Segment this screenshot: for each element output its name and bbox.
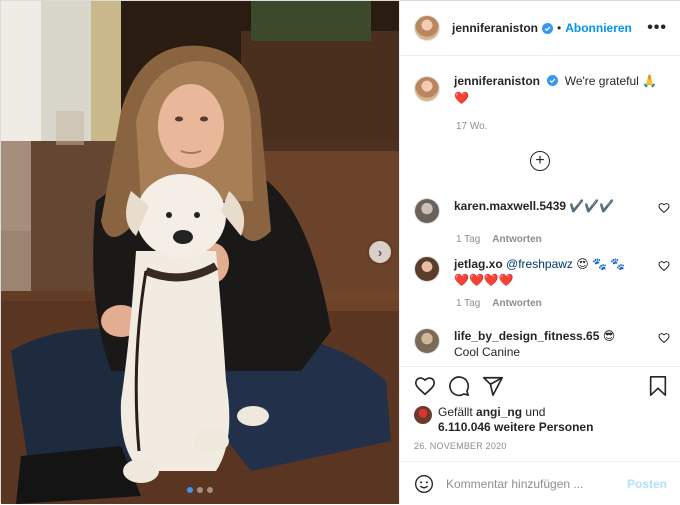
caption-time: 17 Wo. <box>456 121 488 132</box>
post-button[interactable]: Posten <box>627 477 667 491</box>
carousel-dot <box>197 487 203 493</box>
more-icon[interactable]: ••• <box>647 19 667 37</box>
likes-connector: und <box>525 405 546 419</box>
comment-body: ✔️✔️✔️ <box>569 199 615 213</box>
post-photo[interactable]: › <box>1 1 399 504</box>
post-side-panel: jenniferaniston • Abonnieren ••• jennife… <box>399 1 680 504</box>
avatar[interactable] <box>414 15 440 41</box>
photo-illustration <box>1 1 399 504</box>
share-icon[interactable] <box>482 375 504 397</box>
carousel-indicator <box>187 487 213 493</box>
comment-meta: 1 Tag Antworten <box>456 298 670 309</box>
verified-icon <box>547 75 559 86</box>
heart-icon[interactable] <box>658 202 670 214</box>
comment-username[interactable]: jetlag.xo <box>454 257 503 271</box>
username-link[interactable]: jenniferaniston <box>452 21 538 35</box>
comment-text: karen.maxwell.5439 ✔️✔️✔️ <box>454 198 640 214</box>
likes-summary: Gefällt angi_ng und 6.110.046 weitere Pe… <box>414 405 593 435</box>
action-icons <box>414 375 504 397</box>
post-date: 26. NOVEMBER 2020 <box>414 441 507 451</box>
avatar[interactable] <box>414 76 440 102</box>
carousel-dot <box>207 487 213 493</box>
add-comment-icon[interactable]: + <box>530 151 550 171</box>
comment-text: life_by_design_fitness.65 😎 Cool Canine <box>454 328 640 360</box>
avatar[interactable] <box>414 406 432 424</box>
comment-meta: 1 Tag Antworten <box>456 234 670 245</box>
username-link[interactable]: jenniferaniston <box>454 74 540 88</box>
comment-item: life_by_design_fitness.65 😎 Cool Canine <box>414 328 670 360</box>
comment-item: karen.maxwell.5439 ✔️✔️✔️ 1 Tag Antworte… <box>414 198 670 245</box>
separator: • <box>557 21 562 35</box>
comment-time: 1 Tag <box>456 234 481 245</box>
post-header: jenniferaniston • Abonnieren ••• <box>400 1 680 56</box>
comment-username[interactable]: karen.maxwell.5439 <box>454 199 566 213</box>
likes-prefix: Gefällt <box>438 405 473 419</box>
caption-text: jenniferaniston We're grateful 🙏 ❤️ <box>454 73 670 107</box>
likes-text: Gefällt angi_ng und 6.110.046 weitere Pe… <box>438 405 593 435</box>
reply-button[interactable]: Antworten <box>492 234 541 245</box>
comment-time: 1 Tag <box>456 298 481 309</box>
comment-input[interactable] <box>446 476 616 491</box>
liker-username[interactable]: angi_ng <box>476 405 522 419</box>
next-arrow-icon[interactable]: › <box>369 241 391 263</box>
heart-icon[interactable] <box>658 332 670 344</box>
carousel-dot <box>187 487 193 493</box>
likes-count[interactable]: 6.110.046 weitere Personen <box>438 420 593 434</box>
post-caption: jenniferaniston We're grateful 🙏 ❤️ 17 W… <box>414 73 670 132</box>
comment-username[interactable]: life_by_design_fitness.65 <box>454 329 599 343</box>
verified-icon <box>542 22 554 34</box>
instagram-post: › jenniferaniston • Abonnieren ••• jenni… <box>0 0 680 504</box>
comment-form: Posten <box>400 461 680 505</box>
avatar[interactable] <box>414 198 440 224</box>
heart-icon[interactable] <box>414 375 436 397</box>
smiley-icon[interactable] <box>414 474 434 494</box>
heart-icon[interactable] <box>658 260 670 272</box>
avatar[interactable] <box>414 256 440 282</box>
mention-link[interactable]: @freshpawz <box>506 257 573 271</box>
comment-item: jetlag.xo @freshpawz 😍 🐾 🐾 ❤️❤️❤️❤️ 1 Ta… <box>414 256 670 309</box>
comment-icon[interactable] <box>448 375 470 397</box>
reply-button[interactable]: Antworten <box>492 298 541 309</box>
post-actions: Gefällt angi_ng und 6.110.046 weitere Pe… <box>400 366 680 504</box>
comment-text: jetlag.xo @freshpawz 😍 🐾 🐾 ❤️❤️❤️❤️ <box>454 256 640 288</box>
follow-button[interactable]: Abonnieren <box>565 21 632 35</box>
bookmark-icon[interactable] <box>647 375 669 397</box>
avatar[interactable] <box>414 328 440 354</box>
